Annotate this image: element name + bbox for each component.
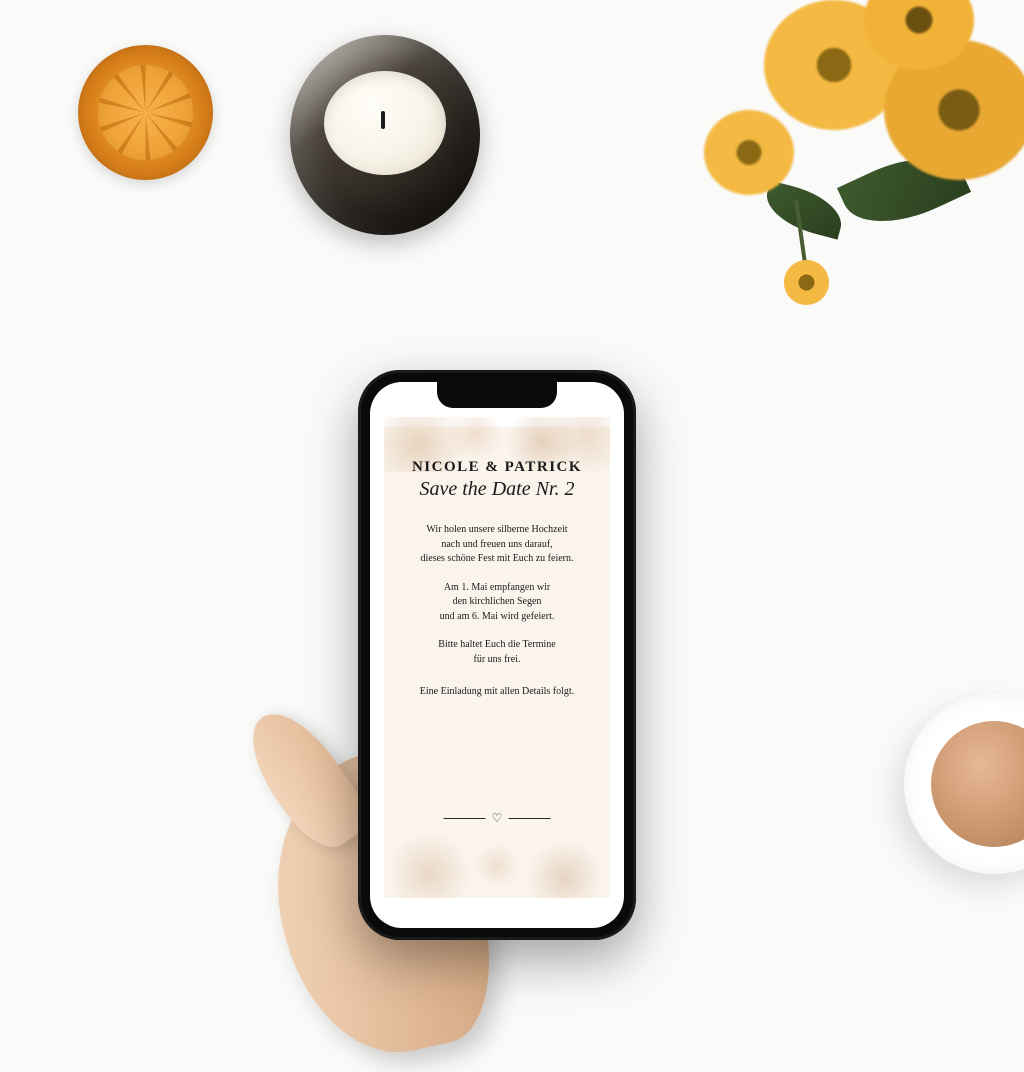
paragraph-3: Bitte haltet Euch die Termine für uns fr…: [438, 638, 555, 667]
candle-wick: [381, 111, 385, 129]
phone-notch: [437, 382, 557, 408]
text-line: Am 1. Mai empfangen wir: [444, 582, 550, 593]
text-line: und am 6. Mai wird gefeiert.: [440, 611, 555, 622]
text-line: dieses schöne Fest mit Euch zu feiern.: [420, 553, 573, 564]
text-line: nach und freuen uns darauf,: [441, 539, 552, 550]
leaf: [760, 180, 848, 239]
heart-icon: ♡: [492, 811, 503, 826]
candle-jar: [290, 35, 480, 235]
paragraph-4: Eine Einladung mit allen Details folgt.: [420, 685, 574, 700]
divider-line-left: [444, 818, 486, 819]
card-subtitle: Save the Date Nr. 2: [420, 478, 575, 501]
paragraph-1: Wir holen unsere silberne Hochzeit nach …: [420, 523, 573, 567]
smartphone-frame: NICOLE & PATRICK Save the Date Nr. 2 Wir…: [358, 370, 636, 940]
text-line: Wir holen unsere silberne Hochzeit: [426, 524, 567, 535]
phone-screen[interactable]: NICOLE & PATRICK Save the Date Nr. 2 Wir…: [370, 382, 624, 928]
floral-decoration-bottom: [384, 818, 610, 898]
divider-line-right: [508, 818, 550, 819]
sunflower-bouquet: [664, 0, 1024, 300]
sunflower: [704, 110, 794, 195]
heart-divider: ♡: [444, 811, 551, 826]
dried-orange-slice: [78, 45, 213, 180]
coffee-cup: [904, 694, 1024, 874]
text-line: für uns frei.: [474, 654, 521, 665]
couple-names: NICOLE & PATRICK: [412, 459, 582, 476]
text-line: Bitte haltet Euch die Termine: [438, 639, 555, 650]
small-sunflower: [784, 260, 829, 305]
text-line: den kirchlichen Segen: [453, 596, 542, 607]
save-the-date-card: NICOLE & PATRICK Save the Date Nr. 2 Wir…: [384, 427, 610, 898]
paragraph-2: Am 1. Mai empfangen wir den kirchlichen …: [440, 581, 555, 625]
